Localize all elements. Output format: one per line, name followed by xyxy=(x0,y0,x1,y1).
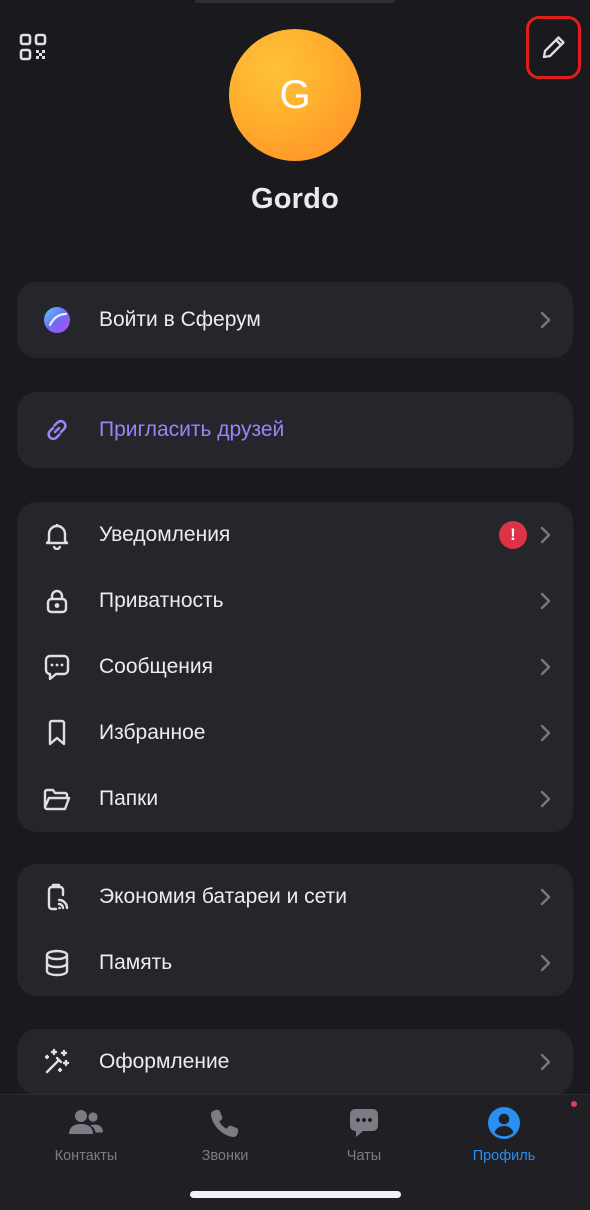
edit-button-highlight xyxy=(526,16,581,79)
chat-icon xyxy=(346,1105,382,1141)
settings-item-privacy[interactable]: Приватность xyxy=(17,568,573,634)
settings-item-messages[interactable]: Сообщения xyxy=(17,634,573,700)
settings-item-storage[interactable]: Память xyxy=(17,930,573,996)
avatar[interactable]: G xyxy=(229,29,361,161)
database-icon xyxy=(41,947,73,979)
notification-dot xyxy=(569,1099,579,1109)
profile-name: Gordo xyxy=(251,183,339,215)
appearance-label: Оформление xyxy=(99,1050,230,1073)
lock-icon xyxy=(41,585,73,617)
link-icon xyxy=(41,414,73,446)
qr-code-icon xyxy=(19,33,47,61)
contacts-icon xyxy=(68,1105,104,1141)
chevron-right-icon xyxy=(540,658,551,676)
chevron-right-icon xyxy=(540,311,551,329)
profile-icon xyxy=(486,1099,579,1141)
battery-saver-label: Экономия батареи и сети xyxy=(99,885,347,908)
bookmark-icon xyxy=(41,717,73,749)
favorites-label: Избранное xyxy=(99,721,206,744)
chevron-right-icon xyxy=(540,790,551,808)
folders-label: Папки xyxy=(99,787,159,810)
avatar-letter: G xyxy=(279,72,311,117)
folder-icon xyxy=(41,783,73,815)
invite-card: Пригласить друзей xyxy=(17,392,573,468)
qr-code-button[interactable] xyxy=(18,32,48,62)
storage-label: Память xyxy=(99,951,173,974)
settings-item-notifications[interactable]: Уведомления ! xyxy=(17,502,573,568)
sferum-login-item[interactable]: Войти в Сферум xyxy=(17,282,573,358)
bell-icon xyxy=(41,519,73,551)
chevron-right-icon xyxy=(540,1053,551,1071)
tab-calls[interactable]: Звонки xyxy=(160,1105,290,1175)
settings-item-appearance[interactable]: Оформление xyxy=(17,1029,573,1095)
tab-contacts-label: Контакты xyxy=(54,1148,118,1164)
sferum-logo-icon xyxy=(41,304,73,336)
message-icon xyxy=(41,651,73,683)
alert-badge: ! xyxy=(499,521,527,549)
tab-profile[interactable]: Профиль xyxy=(439,1099,579,1175)
messages-label: Сообщения xyxy=(99,655,213,678)
battery-saver-icon xyxy=(41,881,73,913)
chevron-right-icon xyxy=(540,724,551,742)
invite-friends-item[interactable]: Пригласить друзей xyxy=(17,392,573,468)
system-card: Экономия батареи и сети Память xyxy=(17,864,573,996)
sferum-card: Войти в Сферум xyxy=(17,282,573,358)
chevron-right-icon xyxy=(540,888,551,906)
tab-chats[interactable]: Чаты xyxy=(299,1105,429,1175)
status-bar-edge xyxy=(195,0,395,3)
chevron-right-icon xyxy=(540,526,551,544)
notifications-label: Уведомления xyxy=(99,523,231,546)
settings-card: Уведомления ! Приватность Сообщения Избр… xyxy=(17,502,573,832)
settings-item-battery-saver[interactable]: Экономия батареи и сети xyxy=(17,864,573,930)
home-indicator xyxy=(190,1191,401,1198)
tab-calls-label: Звонки xyxy=(201,1148,249,1164)
invite-label: Пригласить друзей xyxy=(99,418,285,441)
phone-icon xyxy=(207,1105,243,1141)
settings-item-folders[interactable]: Папки xyxy=(17,766,573,832)
privacy-label: Приватность xyxy=(99,589,224,612)
chevron-right-icon xyxy=(540,592,551,610)
sferum-label: Войти в Сферум xyxy=(99,308,261,331)
appearance-card: Оформление xyxy=(17,1029,573,1095)
profile-screen: G Gordo Войти в Сферум Пригласить друзей… xyxy=(0,0,590,1210)
tab-contacts[interactable]: Контакты xyxy=(21,1105,151,1175)
tab-profile-label: Профиль xyxy=(472,1148,536,1164)
chevron-right-icon xyxy=(540,954,551,972)
tab-chats-label: Чаты xyxy=(346,1148,382,1164)
magic-wand-icon xyxy=(41,1046,73,1078)
settings-item-favorites[interactable]: Избранное xyxy=(17,700,573,766)
